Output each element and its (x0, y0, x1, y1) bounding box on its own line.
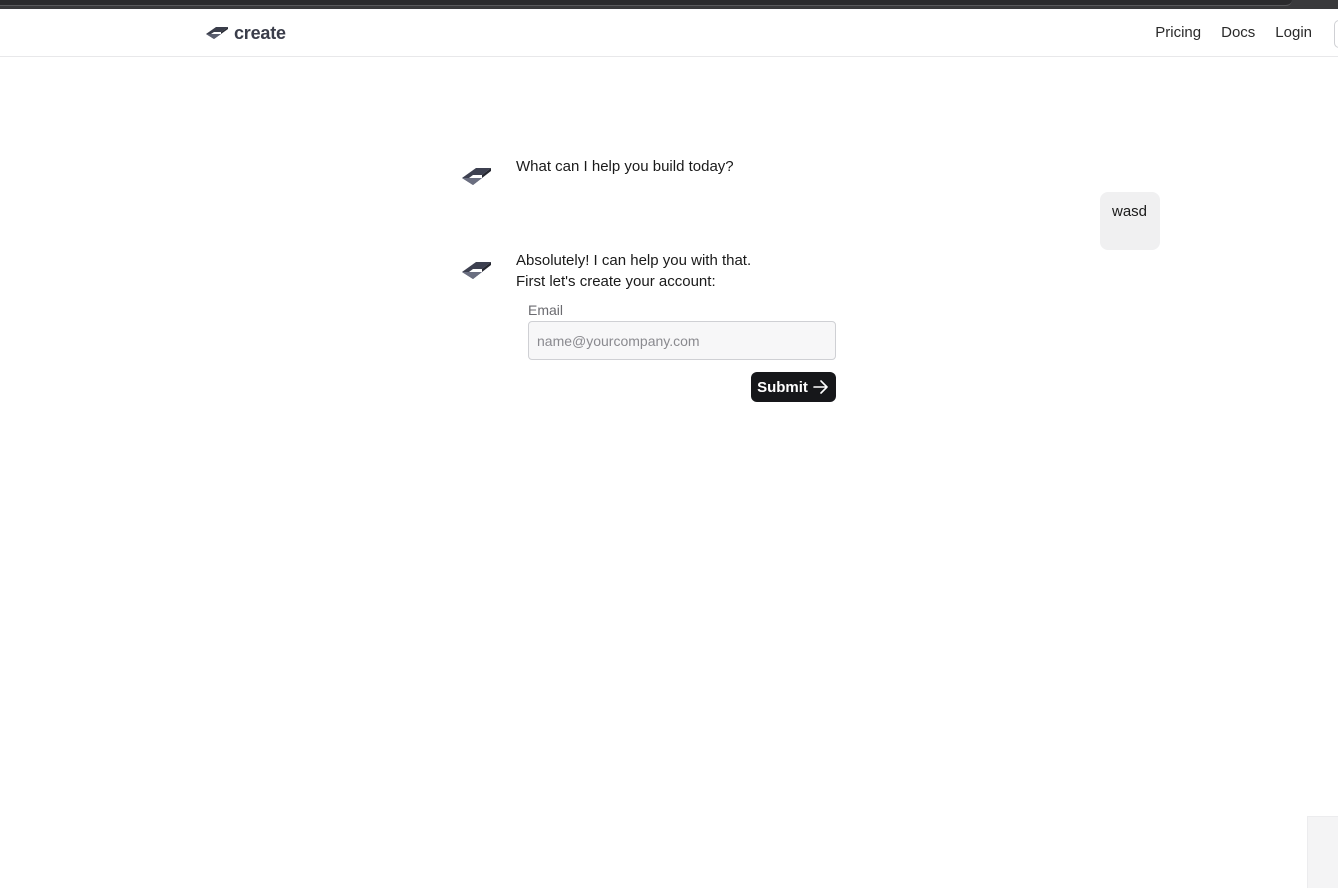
nav-link-pricing[interactable]: Pricing (1155, 24, 1201, 41)
email-label: Email (528, 302, 564, 318)
brand-name: create (234, 22, 286, 43)
nav-link-login[interactable]: Login (1275, 24, 1312, 41)
browser-top-strip (0, 0, 1338, 9)
assistant-avatar-icon (462, 168, 491, 185)
assistant-greeting-text: What can I help you build today? (516, 158, 734, 175)
arrow-right-icon (813, 380, 828, 394)
browser-tab-edge (0, 0, 1292, 6)
brand-logo-link[interactable]: create (205, 22, 286, 44)
user-message-bubble: wasd (1100, 192, 1160, 250)
user-message-text: wasd (1112, 203, 1148, 220)
assistant-reply-line2: First let's create your account: (516, 273, 716, 290)
assistant-avatar-icon (462, 262, 491, 279)
corner-widget[interactable] (1307, 816, 1338, 888)
assistant-reply-line1: Absolutely! I can help you with that. (516, 252, 752, 269)
email-field[interactable] (528, 321, 836, 360)
nav-link-docs[interactable]: Docs (1221, 24, 1255, 41)
nav-links: Pricing Docs Login (1155, 24, 1312, 41)
top-navbar: create Pricing Docs Login (0, 9, 1338, 57)
submit-button[interactable]: Submit (751, 372, 836, 402)
create-logo-icon (206, 27, 228, 39)
submit-button-label: Submit (757, 378, 808, 396)
nav-cta-button-edge[interactable] (1334, 20, 1338, 48)
